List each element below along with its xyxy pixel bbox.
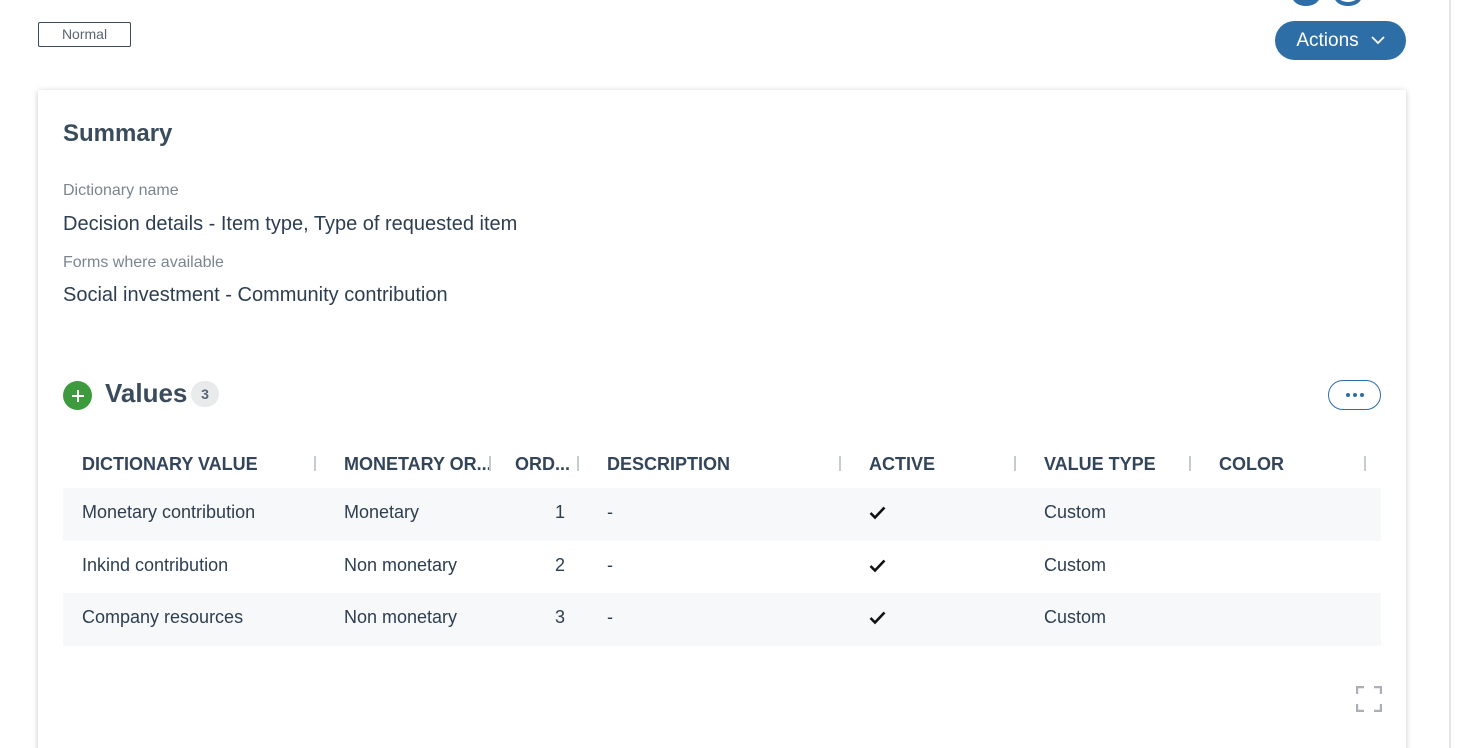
cell-value-type: Custom [1044, 502, 1107, 522]
cell-order: 1 [554, 502, 565, 522]
dictionary-name-value: Decision details - Item type, Type of re… [63, 213, 518, 235]
values-table: DICTIONARY VALUE MONETARY OR... ORD... D… [63, 440, 1381, 646]
actions-button-label: Actions [1296, 29, 1359, 51]
cell-monetary: Non monetary [344, 607, 458, 627]
cell-dictionary-value: Company resources [82, 607, 244, 627]
cell-description: - [607, 607, 613, 627]
globe-icon[interactable] [1334, 0, 1362, 6]
actions-button[interactable]: Actions [1275, 21, 1406, 60]
column-header-color[interactable]: COLOR [1219, 454, 1284, 475]
table-header: DICTIONARY VALUE MONETARY OR... ORD... D… [63, 440, 1381, 488]
column-header-order[interactable]: ORD... [515, 454, 570, 475]
column-resize-handle[interactable] [839, 456, 841, 471]
column-header-dictionary-value[interactable]: DICTIONARY VALUE [82, 454, 258, 475]
cell-monetary: Non monetary [344, 554, 458, 575]
summary-heading: Summary [63, 120, 173, 147]
add-value-button[interactable] [63, 381, 92, 410]
column-resize-handle[interactable] [1364, 456, 1366, 471]
cell-value-type: Custom [1044, 607, 1107, 627]
column-resize-handle[interactable] [314, 456, 316, 471]
fullscreen-icon[interactable] [1356, 686, 1382, 712]
column-resize-handle[interactable] [489, 456, 491, 471]
column-header-monetary[interactable]: MONETARY OR... [344, 454, 492, 475]
values-heading: Values [105, 378, 188, 408]
column-header-active[interactable]: ACTIVE [869, 454, 935, 475]
table-row[interactable]: Monetary contribution Monetary 1 - Custo… [63, 488, 1381, 541]
cell-order: 2 [554, 554, 565, 575]
right-border [1449, 0, 1451, 748]
cell-dictionary-value: Inkind contribution [82, 554, 229, 575]
forms-label: Forms where available [63, 254, 224, 271]
column-resize-handle[interactable] [577, 456, 579, 471]
column-header-description[interactable]: DESCRIPTION [607, 454, 730, 475]
table-row[interactable]: Company resources Non monetary 3 - Custo… [63, 593, 1381, 646]
check-icon [869, 611, 886, 625]
table-row[interactable]: Inkind contribution Non monetary 2 - Cus… [63, 541, 1381, 594]
plus-icon [71, 389, 84, 402]
cell-value-type: Custom [1044, 554, 1107, 575]
column-resize-handle[interactable] [1014, 456, 1016, 471]
values-count-badge: 3 [191, 381, 219, 407]
cell-dictionary-value: Monetary contribution [82, 502, 256, 522]
column-header-value-type[interactable]: VALUE TYPE [1044, 454, 1156, 475]
cell-description: - [607, 554, 613, 575]
check-icon [869, 559, 886, 572]
column-resize-handle[interactable] [1189, 456, 1191, 471]
chevron-down-icon [1371, 36, 1385, 45]
page: Normal Actions Summary Dictionary name D… [0, 0, 1460, 748]
forms-value: Social investment - Community contributi… [63, 284, 448, 306]
dictionary-name-label: Dictionary name [63, 182, 179, 199]
cell-order: 3 [554, 607, 565, 627]
more-options-button[interactable] [1328, 380, 1381, 410]
status-badge: Normal [38, 22, 131, 47]
cell-monetary: Monetary [344, 502, 420, 522]
cell-description: - [607, 502, 613, 522]
gear-icon[interactable] [1377, 0, 1405, 6]
dictionary-card: Summary Dictionary name Decision details… [38, 90, 1406, 748]
top-circle-icon[interactable] [1292, 0, 1320, 6]
check-icon [869, 506, 886, 520]
ellipsis-icon [1345, 393, 1350, 397]
